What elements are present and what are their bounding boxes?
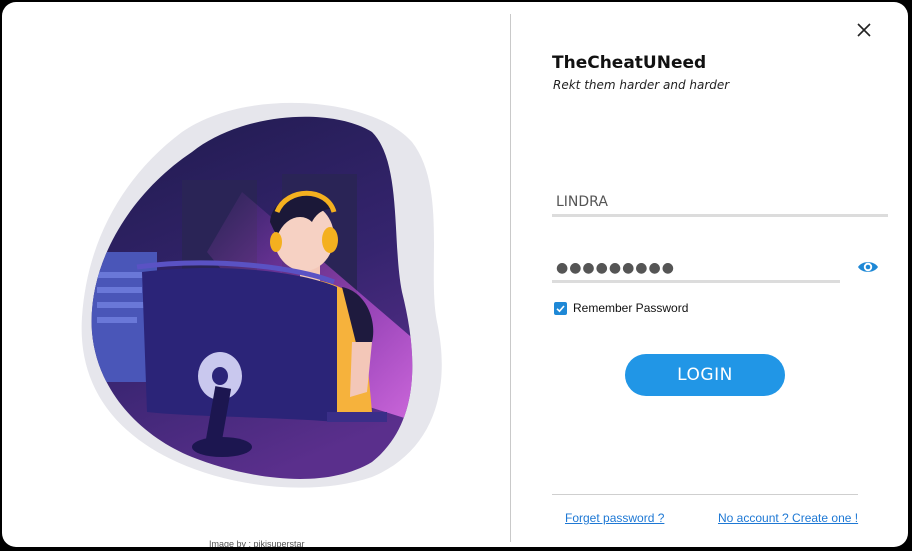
create-account-link[interactable]: No account ? Create one !	[718, 511, 858, 525]
app-tagline: Rekt them harder and harder	[553, 78, 730, 92]
checkmark-icon	[556, 304, 565, 312]
remember-password-checkbox[interactable]: Remember Password	[554, 300, 688, 316]
image-credit: Image by : pikisuperstar	[209, 539, 305, 547]
login-window: Image by : pikisuperstar TheCheatUNeed R…	[2, 2, 908, 547]
username-input[interactable]	[552, 190, 888, 217]
eye-icon[interactable]	[857, 259, 879, 275]
close-icon[interactable]	[852, 18, 876, 42]
login-button[interactable]: LOGIN	[625, 354, 785, 396]
forgot-password-link[interactable]: Forget password ?	[565, 511, 664, 525]
app-title: TheCheatUNeed	[552, 53, 707, 73]
footer-divider	[552, 494, 858, 495]
vertical-divider	[510, 14, 511, 542]
checkbox-box[interactable]	[554, 301, 567, 315]
gamer-illustration	[81, 102, 442, 488]
remember-password-label: Remember Password	[573, 301, 689, 315]
password-input[interactable]	[552, 256, 840, 283]
